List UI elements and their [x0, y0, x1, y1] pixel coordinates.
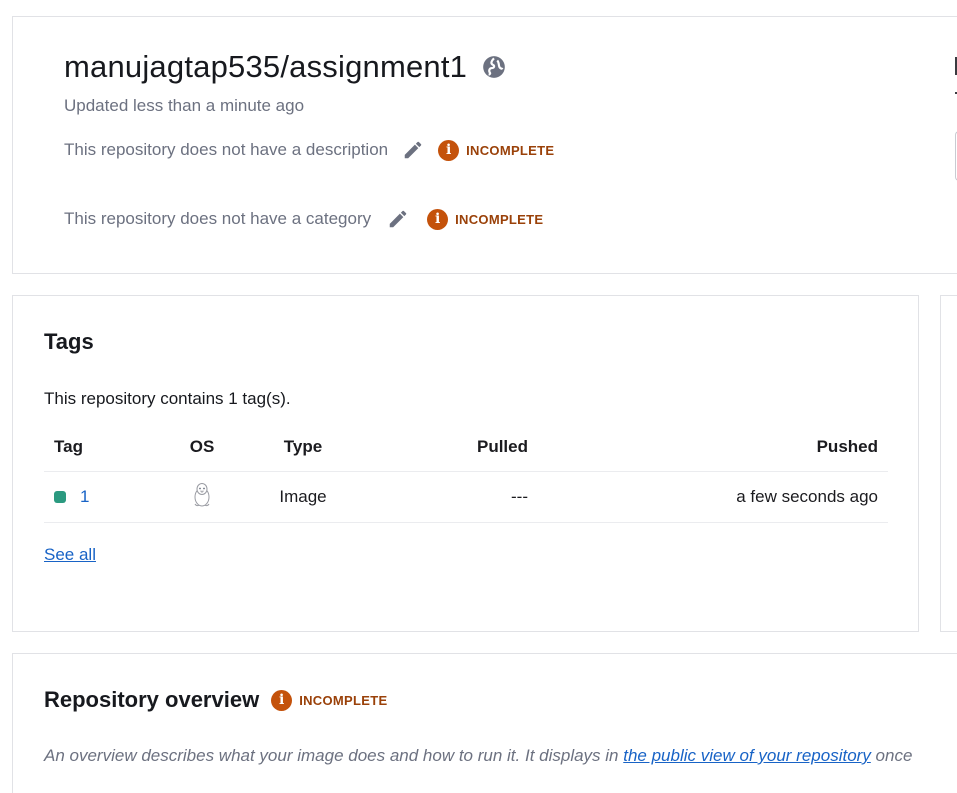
side-card [940, 295, 957, 632]
edit-description-pencil-icon[interactable] [402, 139, 424, 161]
repo-name: manujagtap535/assignment1 [64, 49, 468, 84]
tags-card: Tags This repository contains 1 tag(s). … [12, 295, 919, 632]
info-icon: i [438, 139, 460, 161]
overview-description: An overview describes what your image do… [44, 746, 912, 766]
pushed-cell: a few seconds ago [736, 487, 878, 506]
table-row: 1 Image --- a few seconds ago [44, 472, 888, 523]
overview-description-tail: once [870, 746, 913, 765]
incomplete-label: INCOMPLETE [455, 211, 544, 227]
category-incomplete-badge: i INCOMPLETE [427, 208, 544, 230]
column-header-pushed: Pushed [816, 437, 878, 456]
overview-description-text: An overview describes what your image do… [44, 746, 624, 765]
description-incomplete-badge: i INCOMPLETE [438, 139, 555, 161]
column-header-tag: Tag [54, 437, 83, 456]
overview-incomplete-badge: i INCOMPLETE [271, 689, 388, 711]
updated-text: Updated less than a minute ago [64, 96, 305, 115]
overview-title-row: Repository overview i INCOMPLETE [44, 687, 387, 713]
description-text: This repository does not have a descript… [64, 140, 389, 159]
tags-count-text: This repository contains 1 tag(s). [44, 389, 291, 408]
type-cell: Image [279, 487, 327, 506]
category-text: This repository does not have a category [64, 209, 372, 228]
os-cell [162, 482, 242, 513]
column-header-type: Type [283, 437, 323, 456]
info-icon: i [271, 689, 293, 711]
column-header-os: OS [189, 437, 215, 456]
see-all-link[interactable]: See all [44, 545, 96, 565]
description-row: This repository does not have a descript… [64, 139, 554, 161]
category-row: This repository does not have a category… [64, 208, 543, 230]
tags-table-header: Tag OS Type Pulled Pushed [44, 423, 888, 472]
tags-title: Tags [44, 329, 94, 354]
repository-overview-card: Repository overview i INCOMPLETE An over… [12, 653, 957, 793]
column-header-pulled: Pulled [476, 437, 528, 456]
edit-category-pencil-icon[interactable] [387, 208, 409, 230]
incomplete-label: INCOMPLETE [466, 142, 555, 158]
tag-link[interactable]: 1 [54, 487, 162, 507]
incomplete-label: INCOMPLETE [299, 692, 388, 708]
linux-icon [191, 482, 213, 508]
pulled-cell: --- [511, 487, 528, 506]
tag-status-indicator [54, 491, 66, 503]
repo-header-card: manujagtap535/assignment1 Updated less t… [12, 16, 957, 274]
tags-table: Tag OS Type Pulled Pushed 1 Image --- a … [44, 423, 888, 523]
repo-title-row: manujagtap535/assignment1 [64, 49, 507, 85]
tag-cell: 1 [44, 487, 162, 507]
public-view-link[interactable]: the public view of your repository [623, 746, 871, 765]
globe-icon [481, 54, 507, 80]
overview-title: Repository overview [44, 687, 260, 712]
tag-name: 1 [80, 487, 90, 506]
info-icon: i [427, 208, 449, 230]
